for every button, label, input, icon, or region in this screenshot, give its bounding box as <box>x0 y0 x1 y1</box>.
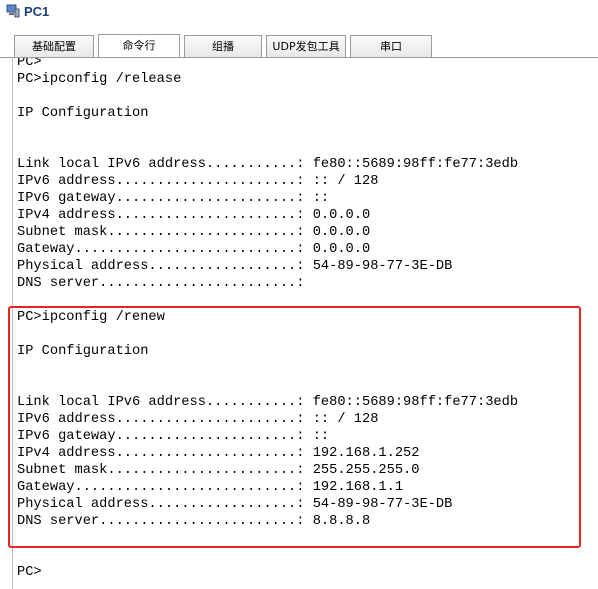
console-line: IPv6 address......................: :: /… <box>17 174 379 189</box>
console-line: IP Configuration <box>17 106 149 121</box>
title-bar: PC1 <box>0 0 598 24</box>
tab-udp-tool[interactable]: UDP发包工具 <box>266 35 346 57</box>
pc-app-icon <box>6 4 20 18</box>
window-title: PC1 <box>24 4 50 19</box>
tab-command-line[interactable]: 命令行 <box>98 34 180 58</box>
tab-basic-config[interactable]: 基础配置 <box>14 35 94 57</box>
console-line: IPv4 address......................: 0.0.… <box>17 208 371 223</box>
tab-multicast[interactable]: 组播 <box>184 35 262 57</box>
renew-highlight-box <box>8 306 581 548</box>
tab-strip: 基础配置 命令行 组播 UDP发包工具 串口 <box>0 24 598 58</box>
console-line: Subnet mask.......................: 0.0.… <box>17 225 371 240</box>
console-line: IPv6 gateway......................: :: <box>17 191 330 206</box>
console-line: Gateway...........................: 0.0.… <box>17 242 371 257</box>
console-line: DNS server........................: <box>17 276 305 291</box>
console-line: Link local IPv6 address...........: fe80… <box>17 157 519 172</box>
console-line: PC> <box>17 58 42 70</box>
console-line: PC>ipconfig /release <box>17 72 182 87</box>
console-prompt: PC> <box>17 565 42 580</box>
tab-serial-port[interactable]: 串口 <box>350 35 432 57</box>
console-line: Physical address..................: 54-8… <box>17 259 453 274</box>
